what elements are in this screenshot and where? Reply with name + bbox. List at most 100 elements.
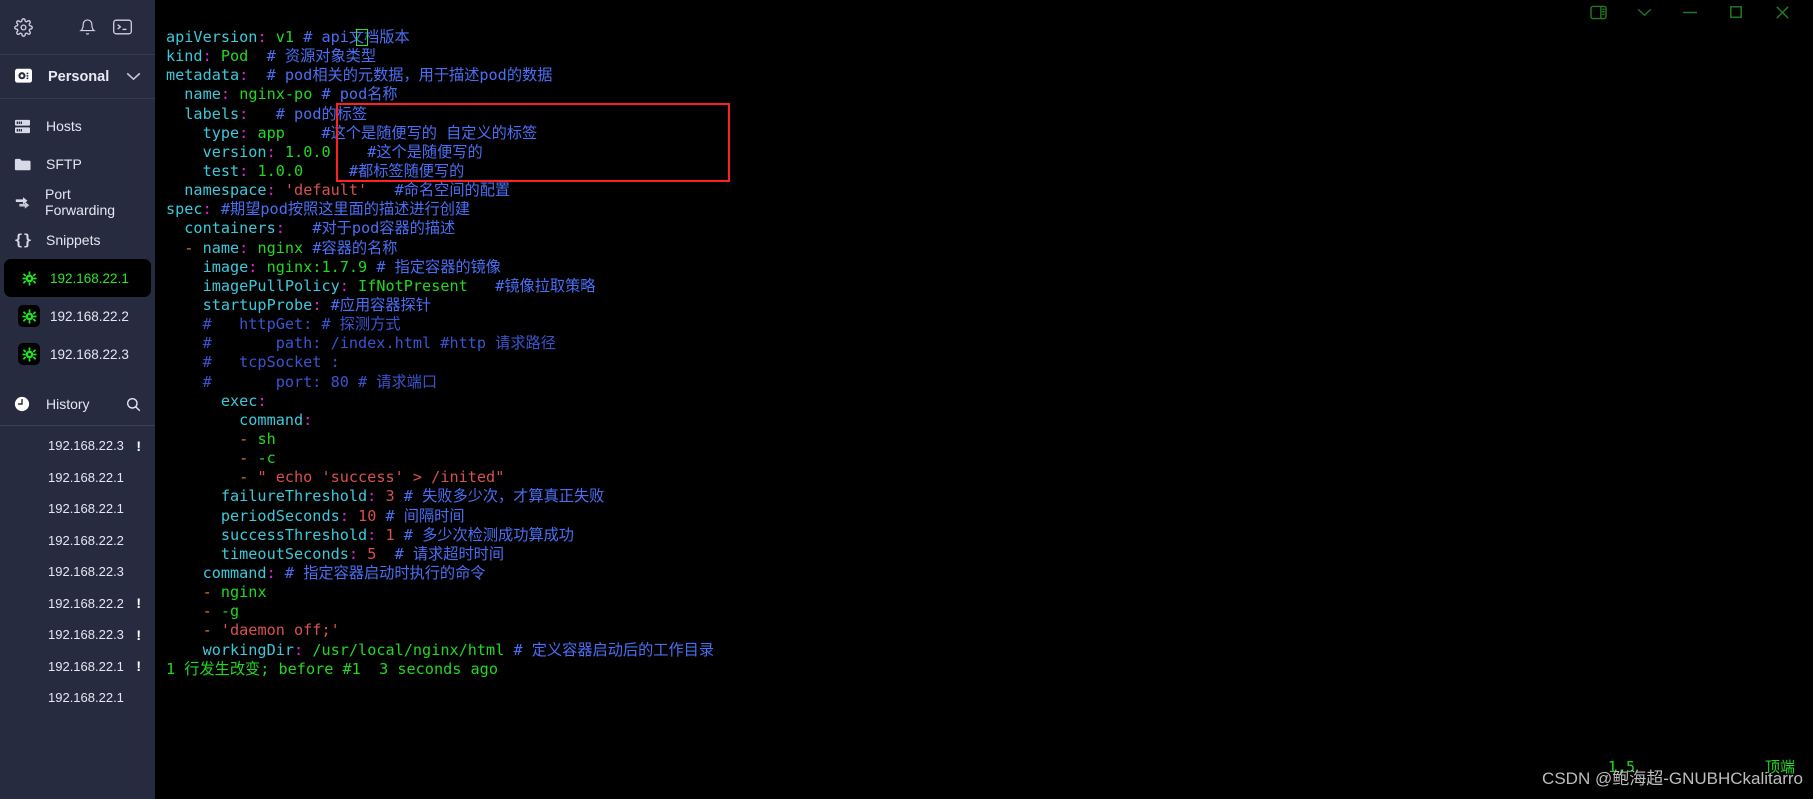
sidebar-item-hosts[interactable]: Hosts: [0, 107, 155, 145]
terminal-line: test: 1.0.0 #都标签随便写的: [166, 161, 465, 180]
terminal-line: # path: /index.html #http 请求路径: [166, 334, 556, 353]
terminal-line: - " echo 'success' > /inited": [166, 468, 505, 487]
app-root: Personal Hosts SFTP Port Forwarding {} S…: [0, 0, 1813, 799]
sidebar-item-label: Snippets: [46, 232, 101, 248]
sidebar-item-label: Hosts: [46, 118, 82, 134]
sidebar-item-snippets[interactable]: {} Snippets: [0, 221, 155, 259]
terminal-line: name: nginx-po # pod名称: [166, 85, 398, 104]
history-item-label: 192.168.22.1: [48, 469, 124, 485]
terminal-line: kind: Pod # 资源对象类型: [166, 47, 377, 66]
terminal-line: containers: #对于pod容器的描述: [166, 219, 456, 238]
terminal-line: spec: #期望pod按照这里面的描述进行创建: [166, 200, 471, 219]
host-label: 192.168.22.1: [50, 270, 129, 286]
sidebar-item-label: SFTP: [46, 156, 82, 172]
folder-icon: [14, 157, 40, 172]
list-item[interactable]: 192.168.22.3!: [0, 430, 155, 462]
history-item-label: 192.168.22.1: [48, 690, 124, 706]
close-button[interactable]: [1759, 0, 1805, 24]
terminal-line: - -g: [166, 602, 240, 621]
watermark: CSDN @鲍海超-GNUBHCkalitarro: [1542, 769, 1803, 788]
list-item[interactable]: 192.168.22.2: [0, 525, 155, 557]
maximize-button[interactable]: [1713, 0, 1759, 24]
history-header[interactable]: History: [0, 383, 155, 425]
terminal-line: - sh: [166, 429, 276, 448]
dropdown-button[interactable]: [1621, 0, 1667, 24]
sidebar: Personal Hosts SFTP Port Forwarding {} S…: [0, 0, 155, 799]
terminal-line: version: 1.0.0 #这个是随便写的: [166, 142, 483, 161]
terminal-content[interactable]: apiVersion: v1 # api文档版本 kind: Pod # 资源对象…: [166, 28, 1813, 799]
list-item[interactable]: 192.168.22.2!: [0, 588, 155, 620]
history-item-label: 192.168.22.1: [48, 501, 124, 517]
host-label: 192.168.22.3: [50, 346, 129, 362]
vault-icon: [14, 68, 33, 85]
terminal-status-line: 1 行发生改变; before #1 3 seconds ago: [166, 659, 498, 678]
history-item-label: 192.168.22.3: [48, 438, 124, 454]
terminal-line: labels: # pod的标签: [166, 104, 368, 123]
window-controls: [1575, 0, 1813, 24]
linux-host-icon: [18, 343, 40, 365]
list-item[interactable]: 192.168.22.1: [0, 493, 155, 525]
host-label: 192.168.22.2: [50, 308, 129, 324]
terminal-line: failureThreshold: 3 # 失败多少次，才算真正失败: [166, 487, 605, 506]
braces-icon: {}: [14, 231, 33, 249]
terminal-line: startupProbe: #应用容器探针: [166, 295, 431, 314]
terminal-line: timeoutSeconds: 5 # 请求超时时间: [166, 544, 505, 563]
history-item-label: 192.168.22.2: [48, 595, 124, 611]
server-icon: [14, 119, 40, 134]
chevron-down-icon[interactable]: [126, 68, 141, 86]
list-item[interactable]: 192.168.22.1!: [0, 651, 155, 683]
terminal-line: type: app #这个是随便写的 自定义的标签: [166, 123, 538, 142]
terminal-line: periodSeconds: 10 # 间隔时间: [166, 506, 465, 525]
terminal-icon[interactable]: [112, 19, 133, 35]
terminal-line: command: # 指定容器启动时执行的命令: [166, 563, 486, 582]
sidebar-host-192-168-22-3[interactable]: 192.168.22.3: [4, 335, 151, 373]
minimize-button[interactable]: [1667, 0, 1713, 24]
sidebar-item-port-forwarding[interactable]: Port Forwarding: [0, 183, 155, 221]
history-item-label: 192.168.22.3: [48, 627, 124, 643]
history-item-label: 192.168.22.2: [48, 532, 124, 548]
split-pane-button[interactable]: [1575, 0, 1621, 24]
history-item-label: 192.168.22.3: [48, 564, 124, 580]
linux-host-icon: [18, 267, 40, 289]
nav-list: Hosts SFTP Port Forwarding {} Snippets 1…: [0, 99, 155, 373]
account-label: Personal: [48, 68, 110, 85]
sidebar-item-label: Port Forwarding: [45, 186, 116, 218]
terminal-line: command:: [166, 410, 313, 429]
terminal-line: - -c: [166, 449, 276, 468]
list-item[interactable]: 192.168.22.3!: [0, 619, 155, 651]
sidebar-item-sftp[interactable]: SFTP: [0, 145, 155, 183]
terminal-line: - nginx: [166, 583, 267, 602]
warning-icon: !: [136, 595, 141, 612]
notifications-bell-icon[interactable]: [79, 18, 96, 36]
terminal-line: # httpGet: # 探测方式: [166, 315, 401, 334]
clock-icon: [14, 396, 40, 412]
warning-icon: !: [136, 658, 141, 675]
history-list: 192.168.22.3! 192.168.22.1 192.168.22.1 …: [0, 426, 155, 714]
search-icon[interactable]: [126, 397, 141, 412]
terminal-line: # tcpSocket :: [166, 353, 340, 372]
warning-icon: !: [136, 437, 141, 454]
history-item-label: 192.168.22.1: [48, 658, 124, 674]
settings-icon[interactable]: [14, 17, 33, 37]
list-item[interactable]: 192.168.22.1: [0, 462, 155, 494]
sidebar-host-192-168-22-1[interactable]: 192.168.22.1: [4, 259, 151, 297]
warning-icon: !: [136, 626, 141, 643]
terminal-line: metadata: # pod相关的元数据，用于描述pod的数据: [166, 66, 553, 85]
sidebar-toolbar: [0, 0, 155, 55]
terminal-line: workingDir: /usr/local/nginx/html # 定义容器…: [166, 640, 715, 659]
terminal-line: successThreshold: 1 # 多少次检测成功算成功: [166, 525, 574, 544]
arrows-icon: [14, 195, 39, 210]
terminal-line: apiVersion: v1 # api文档版本: [166, 28, 410, 46]
linux-host-icon: [18, 305, 40, 327]
terminal-line: image: nginx:1.7.9 # 指定容器的镜像: [166, 257, 501, 276]
terminal-line: - name: nginx #容器的名称: [166, 238, 398, 257]
sidebar-host-192-168-22-2[interactable]: 192.168.22.2: [4, 297, 151, 335]
terminal-pane: apiVersion: v1 # api文档版本 kind: Pod # 资源对象…: [155, 0, 1813, 799]
terminal-line: # port: 80 # 请求端口: [166, 372, 438, 391]
list-item[interactable]: 192.168.22.3: [0, 556, 155, 588]
terminal-line: - 'daemon off;': [166, 621, 340, 640]
account-selector[interactable]: Personal: [0, 55, 155, 99]
list-item[interactable]: 192.168.22.1: [0, 682, 155, 714]
history-label: History: [46, 396, 90, 412]
terminal-line: imagePullPolicy: IfNotPresent #镜像拉取策略: [166, 276, 596, 295]
